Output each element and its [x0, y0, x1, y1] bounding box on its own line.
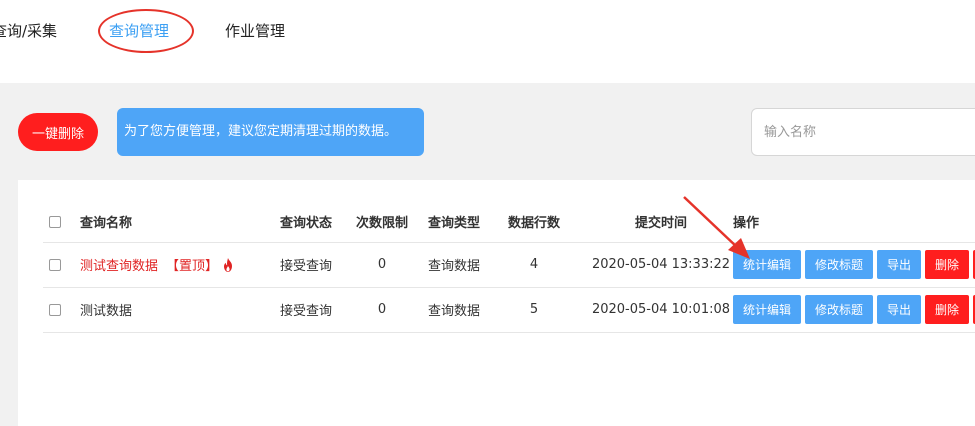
table-row: 测试查询数据 【置顶】 接受查询 0 查询数据 4 2020-05-04 13:…: [43, 242, 975, 288]
header-rows: 数据行数: [507, 216, 560, 231]
nav-item-job-manage[interactable]: 作业管理: [225, 20, 285, 42]
header-status: 查询状态: [280, 216, 333, 231]
row-rows: 5: [529, 302, 539, 317]
delete-all-button[interactable]: 一键删除: [18, 113, 98, 151]
page-root: 查询/采集 查询管理 作业管理 一键删除 为了您方便管理，建议您定期清理过期的数…: [0, 0, 975, 426]
fire-icon: [224, 257, 233, 272]
tip-banner: 为了您方便管理，建议您定期清理过期的数据。: [117, 108, 424, 156]
stats-edit-button[interactable]: 统计编辑: [733, 250, 801, 279]
header-name: 查询名称: [80, 216, 133, 231]
row-time: 2020-05-04 10:01:08: [591, 302, 731, 317]
search-input[interactable]: [751, 108, 975, 156]
row-check-cell: [49, 242, 61, 287]
delete-button[interactable]: 删除: [925, 295, 969, 324]
header-limit: 次数限制: [355, 216, 408, 231]
export-button[interactable]: 导出: [877, 295, 921, 324]
row-actions: 统计编辑 修改标题 导出 删除: [733, 287, 975, 332]
row-status: 接受查询: [280, 259, 333, 274]
edit-title-button[interactable]: 修改标题: [805, 295, 873, 324]
nav-item-query-collect[interactable]: 查询/采集: [0, 20, 57, 42]
table-header: 查询名称 查询状态 次数限制 查询类型 数据行数 提交时间 操作: [43, 201, 975, 243]
row-checkbox[interactable]: [49, 258, 61, 271]
row-name-cell: 测试查询数据 【置顶】: [80, 242, 234, 287]
header-type: 查询类型: [428, 216, 481, 231]
table-panel: 查询名称 查询状态 次数限制 查询类型 数据行数 提交时间 操作 测试查询数据 …: [18, 180, 975, 426]
row-name[interactable]: 测试查询数据: [80, 255, 158, 274]
row-actions: 统计编辑 修改标题 导出 删除: [733, 242, 975, 287]
header-ops: 操作: [733, 216, 760, 231]
edit-title-button[interactable]: 修改标题: [805, 250, 873, 279]
header-time: 提交时间: [634, 216, 687, 231]
row-type: 查询数据: [428, 259, 481, 274]
row-status: 接受查询: [280, 304, 333, 319]
nav-item-query-manage[interactable]: 查询管理: [109, 20, 169, 42]
row-checkbox[interactable]: [49, 303, 61, 316]
row-limit: 0: [377, 257, 387, 272]
pin-tag: 【置顶】: [166, 259, 219, 274]
row-time: 2020-05-04 13:33:22: [591, 257, 731, 272]
row-name-cell: 测试数据: [80, 287, 132, 332]
row-rows: 4: [529, 257, 539, 272]
select-all-cell: [49, 201, 61, 242]
stats-edit-button[interactable]: 统计编辑: [733, 295, 801, 324]
row-name[interactable]: 测试数据: [80, 300, 132, 319]
select-all-checkbox[interactable]: [49, 215, 61, 228]
top-nav: 查询/采集 查询管理 作业管理: [0, 0, 975, 83]
row-type: 查询数据: [428, 304, 481, 319]
delete-button[interactable]: 删除: [925, 250, 969, 279]
row-check-cell: [49, 287, 61, 332]
row-limit: 0: [377, 302, 387, 317]
table-row: 测试数据 接受查询 0 查询数据 5 2020-05-04 10:01:08 统…: [43, 287, 975, 333]
export-button[interactable]: 导出: [877, 250, 921, 279]
